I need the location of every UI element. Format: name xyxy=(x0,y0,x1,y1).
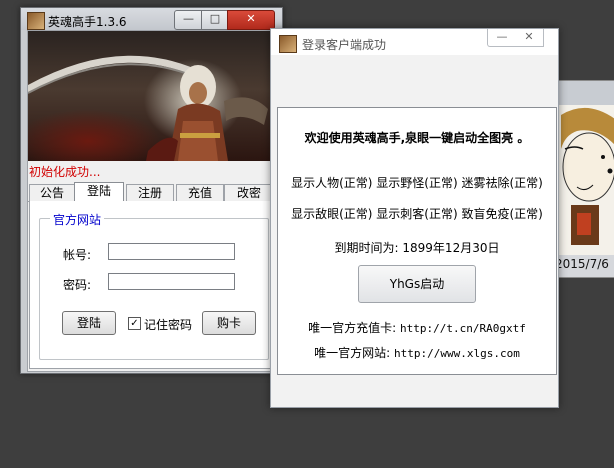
expiry-date: 1899年12月30日 xyxy=(402,241,500,255)
login-success-window: 登录客户端成功 — ✕ 欢迎使用英魂高手,泉眼一键启动全图亮 。 显示人物(正常… xyxy=(270,28,559,408)
login-window: 英魂高手1.3.6 — □ ✕ 初始化成功... 公告 登陆 注册 充值 改密 … xyxy=(20,7,283,374)
expiry-label: 到期时间为: xyxy=(334,241,399,255)
expiry-line: 到期时间为: 1899年12月30日 xyxy=(278,239,556,256)
tab-strip: 公告 登陆 注册 充值 改密 xyxy=(28,182,277,202)
login-window-title: 英魂高手1.3.6 xyxy=(48,15,127,29)
app-emblem-icon xyxy=(27,12,45,30)
account-input[interactable] xyxy=(108,243,235,260)
recharge-label: 唯一官方充值卡: xyxy=(308,321,397,335)
warrior-artwork-icon xyxy=(28,55,268,161)
remember-password-checkbox[interactable]: ✓ xyxy=(128,317,141,330)
feature-status-row: 显示人物(正常) 显示野怪(正常) 迷雾祛除(正常) xyxy=(291,176,543,190)
cartoon-face-icon xyxy=(557,105,614,255)
login-tab-panel: 官方网站 帐号: 密码: 登陆 ✓ 记住密码 购卡 xyxy=(29,201,275,369)
tab-recharge[interactable]: 充值 xyxy=(176,184,224,201)
app-emblem-icon xyxy=(279,35,297,53)
close-button[interactable]: ✕ xyxy=(515,29,544,47)
tab-announcement[interactable]: 公告 xyxy=(29,184,75,201)
tab-login[interactable]: 登陆 xyxy=(74,182,124,202)
official-site-group: 官方网站 帐号: 密码: 登陆 ✓ 记住密码 购卡 xyxy=(39,211,269,360)
group-title: 官方网站 xyxy=(50,211,105,228)
success-content-panel: 欢迎使用英魂高手,泉眼一键启动全图亮 。 显示人物(正常) 显示野怪(正常) 迷… xyxy=(277,107,557,375)
password-input[interactable] xyxy=(108,273,235,290)
hero-banner-image xyxy=(28,31,277,161)
tab-register[interactable]: 注册 xyxy=(126,184,174,201)
login-button[interactable]: 登陆 xyxy=(62,311,116,335)
minimize-button[interactable]: — xyxy=(174,10,203,30)
close-button[interactable]: ✕ xyxy=(227,10,275,30)
login-window-client: 初始化成功... 公告 登陆 注册 充值 改密 官方网站 帐号: 密码: 登陆 … xyxy=(27,30,278,372)
login-window-titlebar[interactable]: 英魂高手1.3.6 — □ ✕ xyxy=(21,8,282,30)
date-label: 2015/7/6 xyxy=(555,257,609,271)
success-window-title: 登录客户端成功 xyxy=(302,38,387,52)
cartoon-image xyxy=(557,105,614,255)
website-url[interactable]: http://www.xlgs.com xyxy=(394,347,520,360)
password-label: 密码: xyxy=(63,278,92,292)
remember-password-label[interactable]: 记住密码 xyxy=(144,316,192,333)
feature-status-row: 显示敌眼(正常) 显示刺客(正常) 致盲免疫(正常) xyxy=(291,207,543,221)
recharge-url[interactable]: http://t.cn/RA0gxtf xyxy=(400,322,526,335)
website-line: 唯一官方网站: http://www.xlgs.com xyxy=(278,344,556,361)
start-button[interactable]: YhGs启动 xyxy=(358,265,476,303)
status-text: 初始化成功... xyxy=(29,165,101,179)
welcome-message: 欢迎使用英魂高手,泉眼一键启动全图亮 。 xyxy=(304,131,530,145)
minimize-button[interactable]: — xyxy=(487,29,517,47)
tab-change-password[interactable]: 改密 xyxy=(224,184,274,201)
maximize-button[interactable]: □ xyxy=(201,10,229,30)
website-label: 唯一官方网站: xyxy=(314,346,391,360)
account-label: 帐号: xyxy=(63,248,92,262)
buy-card-button[interactable]: 购卡 xyxy=(202,311,256,335)
recharge-line: 唯一官方充值卡: http://t.cn/RA0gxtf xyxy=(278,319,556,336)
success-window-titlebar[interactable]: 登录客户端成功 — ✕ xyxy=(271,29,558,55)
